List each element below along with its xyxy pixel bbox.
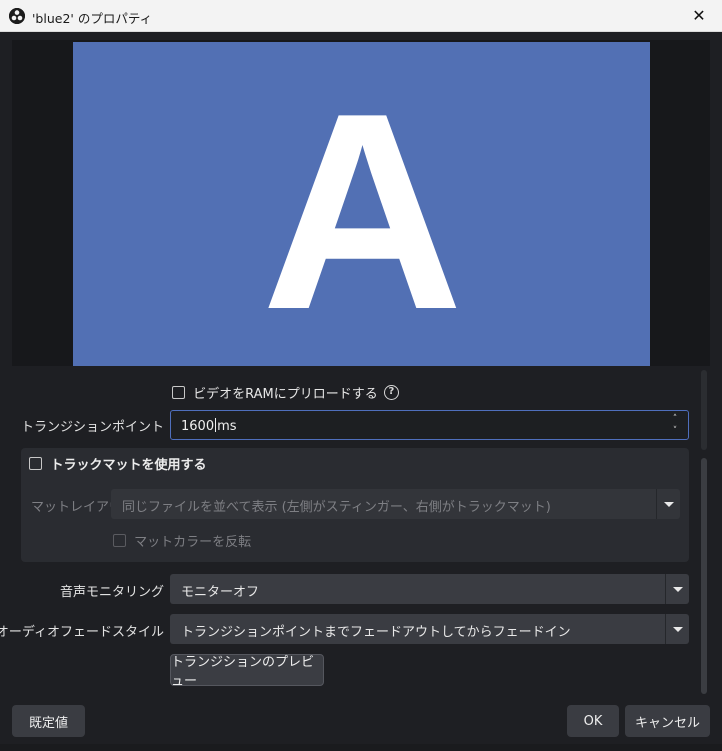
spin-arrows[interactable]: ˄ ˅ [668,413,682,437]
title-bar: 'blue2' のプロパティ ✕ [0,0,722,32]
matte-invert-label: マットカラーを反転 [134,535,252,550]
scroll-thumb[interactable] [701,458,707,694]
spin-down-icon[interactable]: ˅ [668,425,682,437]
chevron-down-icon[interactable] [656,489,680,519]
audio-fade-value: トランジションポイントまでフェードアウトしてからフェードイン [181,625,571,640]
matte-invert-row: マットカラーを反転 [113,531,251,550]
matte-invert-checkbox[interactable] [113,534,126,547]
obs-icon [9,8,25,24]
preload-checkbox[interactable] [172,386,185,399]
audio-monitoring-value: モニターオフ [181,585,260,600]
preview-source: A [73,42,650,366]
ok-button[interactable]: OK [567,705,619,737]
close-icon: ✕ [692,6,706,25]
transition-point-value[interactable]: 1600 ms [181,418,237,434]
scroll-track-top [701,370,707,450]
matte-layout-select[interactable]: 同じファイルを並べて表示 (左側がスティンガー、右側がトラックマット) [111,489,680,519]
track-matte-group: トラックマットを使用する マットレイアウト 同じファイルを並べて表示 (左側がス… [21,448,689,562]
cancel-button[interactable]: キャンセル [625,705,710,737]
preload-label[interactable]: ビデオをRAMにプリロードする [193,387,378,402]
transition-point-spinbox[interactable]: 1600 ms ˄ ˅ [170,410,689,440]
track-matte-title[interactable]: トラックマットを使用する [29,454,207,473]
window-title: 'blue2' のプロパティ [32,11,153,26]
defaults-button[interactable]: 既定値 [12,705,85,737]
bottom-strip [0,744,722,751]
chevron-down-icon[interactable] [665,614,689,644]
close-button[interactable]: ✕ [676,0,722,31]
preview-area: A [12,40,710,366]
help-icon[interactable]: ? [383,385,399,400]
scrollbar[interactable] [698,370,710,700]
preview-transition-button[interactable]: トランジションのプレビュー [170,654,324,689]
matte-layout-value: 同じファイルを並べて表示 (左側がスティンガー、右側がトラックマット) [122,500,551,515]
audio-fade-select[interactable]: トランジションポイントまでフェードアウトしてからフェードイン [170,614,689,644]
preview-letter: A [261,56,463,368]
transition-point-label: トランジションポイント [20,420,164,435]
audio-monitoring-label: 音声モニタリング [59,585,164,600]
spin-up-icon[interactable]: ˄ [668,413,682,425]
preload-row: ビデオをRAMにプリロードする ? [172,383,399,402]
chevron-down-icon[interactable] [665,574,689,604]
audio-fade-label: オーディオフェードスタイル [0,625,164,640]
audio-monitoring-select[interactable]: モニターオフ [170,574,689,604]
track-matte-checkbox[interactable] [29,457,42,470]
